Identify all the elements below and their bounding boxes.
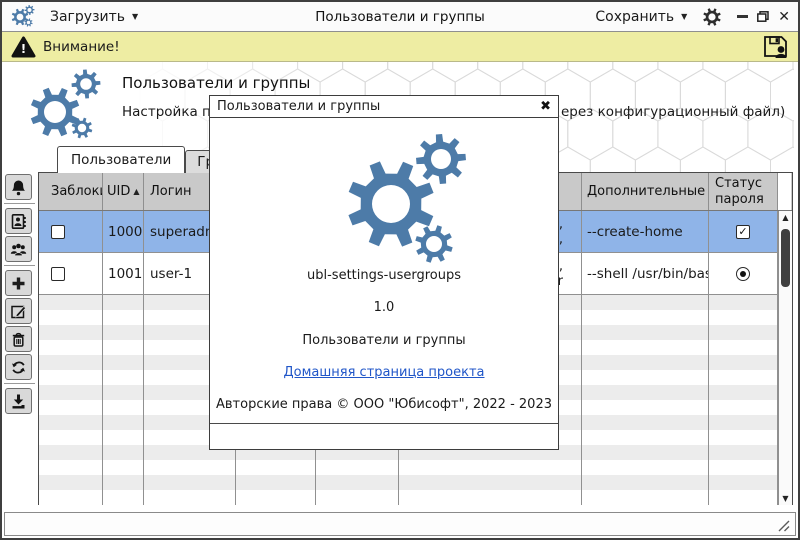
app-window: Загрузить ▼ Пользователи и группы Сохран… <box>0 0 800 540</box>
sidebar-separator <box>4 383 35 384</box>
page-title: Пользователи и группы <box>122 74 311 92</box>
column-header-password-status[interactable]: Статус пароля <box>709 173 778 210</box>
chevron-down-icon: ▼ <box>681 11 688 21</box>
scroll-down-icon[interactable]: ▼ <box>779 492 792 505</box>
page-subtitle-right: ерез конфигурационный файл) <box>561 104 786 120</box>
warning-triangle-icon: ! <box>11 36 36 57</box>
column-header-uid[interactable]: UID ▲ <box>103 173 144 210</box>
status-bar <box>4 512 796 536</box>
window-title: Пользователи и группы <box>315 8 485 25</box>
download-icon <box>12 394 25 408</box>
scrollbar-thumb[interactable] <box>781 229 790 287</box>
password-status-checkbox-checked[interactable]: ✓ <box>736 224 750 239</box>
toolbar: Загрузить ▼ Пользователи и группы Сохран… <box>2 2 798 32</box>
delete-button[interactable] <box>5 326 32 352</box>
warning-bar: ! Внимание! <box>2 32 798 62</box>
project-homepage-link[interactable]: Домашняя страница проекта <box>284 365 485 380</box>
column-header-locked[interactable]: Заблокир <box>39 173 103 210</box>
dialog-copyright: Авторские права © ООО "Юбисофт", 2022 - … <box>216 397 552 412</box>
edit-button[interactable] <box>5 298 32 324</box>
page-gears-logo <box>30 69 101 139</box>
tab-users[interactable]: Пользователи <box>57 146 186 173</box>
minimize-button[interactable] <box>737 15 749 18</box>
page-subtitle-left: Настройка по <box>122 104 220 120</box>
user-groups-button[interactable] <box>5 236 32 262</box>
scroll-up-icon[interactable]: ▲ <box>779 211 792 224</box>
table-stripe-row <box>39 490 792 505</box>
warning-label: Внимание! <box>43 38 120 55</box>
uid-cell: 1001 <box>103 253 144 294</box>
save-local-button[interactable] <box>5 388 32 414</box>
locked-checkbox[interactable] <box>51 224 65 239</box>
save-menu-label: Сохранить <box>595 8 675 25</box>
uid-cell: 1000 <box>103 211 144 252</box>
sidebar-toolbar <box>4 174 35 416</box>
close-window-button[interactable]: ✕ <box>778 10 790 24</box>
table-stripe-row <box>39 475 792 490</box>
dialog-footer <box>210 423 558 449</box>
address-book-icon <box>11 213 26 229</box>
svg-text:!: ! <box>21 42 26 56</box>
sidebar-separator <box>4 265 35 266</box>
load-menu-button[interactable]: Загрузить ▼ <box>50 9 138 25</box>
notifications-button[interactable] <box>5 174 32 200</box>
column-header-params[interactable]: Дополнительные параметры <box>582 173 709 210</box>
dialog-app-id: ubl-settings-usergroups <box>307 268 461 283</box>
settings-gear-icon[interactable] <box>701 6 723 28</box>
user-card-button[interactable] <box>5 208 32 234</box>
chevron-down-icon: ▼ <box>132 11 139 21</box>
dialog-app-name: Пользователи и группы <box>302 333 466 348</box>
header-spacer <box>778 173 791 210</box>
password-status-radio-selected[interactable] <box>736 266 750 281</box>
dialog-version: 1.0 <box>373 300 395 315</box>
dialog-gears-logo <box>348 134 466 263</box>
save-user-file-icon[interactable] <box>762 34 789 59</box>
resize-grip[interactable] <box>777 519 791 532</box>
params-cell: --create-home <box>582 211 709 252</box>
load-menu-label: Загрузить <box>50 8 126 25</box>
sort-asc-icon: ▲ <box>133 186 140 196</box>
add-button[interactable] <box>5 270 32 296</box>
dialog-title: Пользователи и группы <box>217 99 381 114</box>
table-stripe-row <box>39 460 792 475</box>
params-cell: --shell /usr/bin/bash <box>582 253 709 294</box>
users-icon <box>10 243 27 256</box>
bell-icon <box>12 180 25 195</box>
edit-icon <box>11 305 27 318</box>
vertical-scrollbar[interactable]: ▲ ▼ <box>778 211 792 505</box>
save-menu-button[interactable]: Сохранить ▼ <box>595 9 687 25</box>
restore-button[interactable] <box>757 11 770 22</box>
trash-icon <box>12 332 25 347</box>
app-gears-icon <box>11 5 35 27</box>
about-dialog: Пользователи и группы ✖ ubl-settings-use… <box>209 95 559 450</box>
sidebar-separator <box>4 203 35 204</box>
dialog-close-icon[interactable]: ✖ <box>540 99 551 114</box>
refresh-icon <box>12 361 25 373</box>
content-area: Пользователи и группы Настройка по ерез … <box>2 62 798 512</box>
plus-icon <box>12 277 25 289</box>
locked-checkbox[interactable] <box>51 266 65 281</box>
dialog-titlebar: Пользователи и группы ✖ <box>210 96 558 118</box>
refresh-button[interactable] <box>5 354 32 380</box>
